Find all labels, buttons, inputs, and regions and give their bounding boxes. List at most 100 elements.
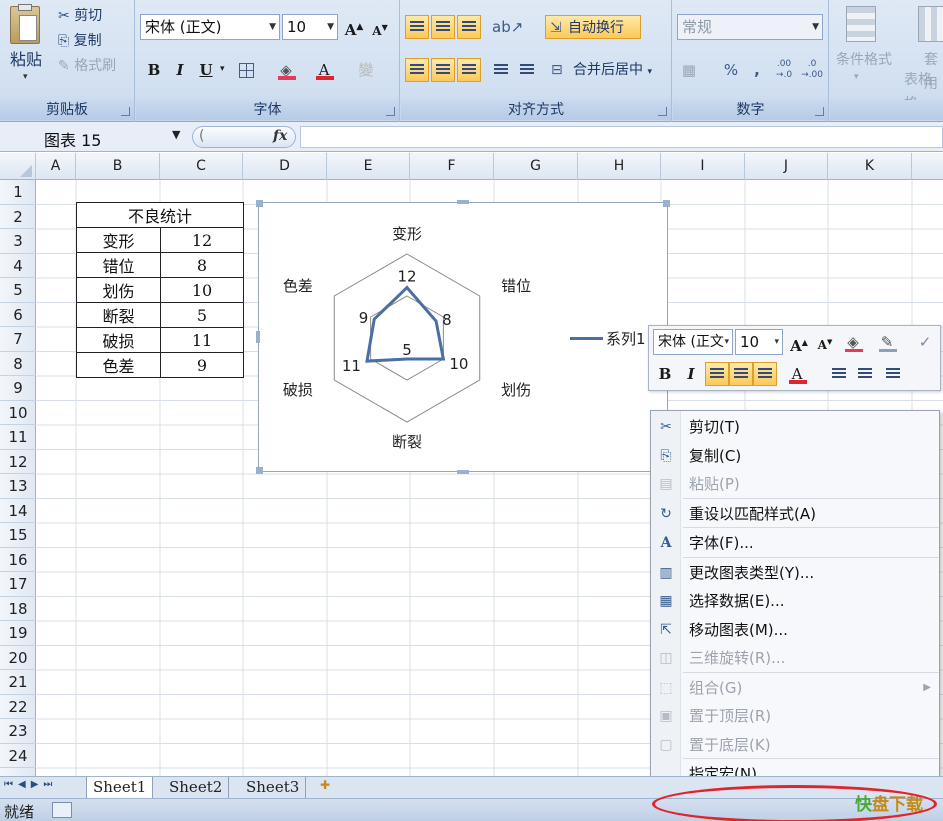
context-menu-item[interactable]: ✂ 剪切(T)	[651, 413, 941, 441]
column-header-C[interactable]: C	[160, 153, 243, 180]
align-top-button[interactable]	[405, 15, 429, 39]
mini-shrink-font-icon[interactable]: A▼	[813, 330, 837, 354]
row-header-20[interactable]: 20	[0, 646, 36, 670]
align-bottom-button[interactable]	[457, 15, 481, 39]
mini-align-left-button[interactable]	[705, 362, 729, 386]
column-header-K[interactable]: K	[828, 153, 912, 180]
copy-button[interactable]: ⎘ 复制	[58, 29, 102, 53]
font-size-select[interactable]: 10 ▼	[282, 14, 338, 40]
column-header-I[interactable]: I	[661, 153, 745, 180]
paste-dropdown-icon[interactable]: ▾	[23, 72, 28, 82]
align-right-button[interactable]	[457, 58, 481, 82]
increase-indent-button[interactable]	[515, 58, 539, 82]
paste-icon[interactable]	[10, 4, 40, 44]
conditional-format-icon[interactable]	[846, 6, 876, 42]
row-header-14[interactable]: 14	[0, 499, 36, 523]
decrease-decimal-button[interactable]: .0 →.00	[799, 58, 825, 82]
number-format-select[interactable]: 常规 ▼	[677, 14, 823, 40]
font-family-select[interactable]: 宋体 (正文) ▼	[140, 14, 280, 40]
sheet-nav-buttons[interactable]: ⏮◀▶⏭	[4, 779, 57, 790]
defect-count-cell[interactable]: 9	[160, 352, 244, 378]
row-header-6[interactable]: 6	[0, 303, 36, 327]
font-launcher-icon[interactable]	[386, 107, 395, 116]
defect-count-cell[interactable]: 5	[160, 302, 244, 328]
row-header-11[interactable]: 11	[0, 425, 36, 450]
format-painter-button[interactable]: ✎ 格式刷	[58, 54, 116, 78]
increase-decimal-button[interactable]: .00 →.0	[771, 58, 797, 82]
fill-color-button[interactable]: ◈	[274, 58, 298, 82]
row-header-5[interactable]: 5	[0, 278, 36, 303]
cut-button[interactable]: ✂ 剪切	[58, 4, 102, 28]
column-header-B[interactable]: B	[76, 153, 160, 180]
formula-input[interactable]	[300, 126, 943, 148]
row-header-17[interactable]: 17	[0, 572, 36, 597]
mini-italic-button[interactable]: I	[679, 362, 703, 386]
defect-count-cell[interactable]: 11	[160, 327, 244, 353]
mini-bullets-button[interactable]	[881, 362, 905, 386]
mini-align-center-button[interactable]	[729, 362, 753, 386]
font-color-button[interactable]: A	[312, 58, 336, 82]
row-header-19[interactable]: 19	[0, 621, 36, 646]
row-header-21[interactable]: 21	[0, 670, 36, 695]
row-header-2[interactable]: 2	[0, 205, 36, 229]
align-middle-button[interactable]	[431, 15, 455, 39]
prev-sheet-icon[interactable]: ◀	[18, 779, 31, 790]
alignment-launcher-icon[interactable]	[658, 107, 667, 116]
defect-name-cell[interactable]: 变形	[76, 227, 161, 253]
last-sheet-icon[interactable]: ⏭	[43, 779, 57, 790]
table-header-cell[interactable]: 不良统计	[76, 202, 244, 228]
column-header-J[interactable]: J	[745, 153, 828, 180]
comma-button[interactable]: ,	[745, 58, 769, 82]
row-header-10[interactable]: 10	[0, 401, 36, 425]
border-button[interactable]	[234, 58, 258, 82]
row-header-9[interactable]: 9	[0, 376, 36, 401]
row-header-4[interactable]: 4	[0, 254, 36, 278]
legend-series-label[interactable]: 系列1	[606, 328, 646, 349]
sheet-tab-1[interactable]: Sheet1	[86, 777, 154, 798]
accounting-button[interactable]: ▦	[677, 58, 701, 82]
context-menu-item[interactable]: ▢ 置于底层(K)	[651, 731, 941, 759]
name-box[interactable]: 图表 15	[44, 127, 192, 150]
orientation-button[interactable]: ab↗	[491, 15, 523, 39]
column-header-A[interactable]: A	[36, 153, 76, 180]
context-menu-item[interactable]: ▣ 置于顶层(R)	[651, 702, 941, 730]
mini-grow-font-icon[interactable]: A▲	[787, 330, 811, 355]
row-header-18[interactable]: 18	[0, 597, 36, 621]
mini-increase-indent-button[interactable]	[853, 362, 877, 386]
clipboard-launcher-icon[interactable]	[121, 107, 130, 116]
align-left-button[interactable]	[405, 58, 429, 82]
mini-outline-color-icon[interactable]: ✎	[875, 330, 899, 354]
defect-name-cell[interactable]: 色差	[76, 352, 161, 378]
row-header-13[interactable]: 13	[0, 474, 36, 499]
row-header-1[interactable]: 1	[0, 180, 36, 205]
mini-fill-color-icon[interactable]: ◈	[841, 330, 865, 354]
column-header-E[interactable]: E	[327, 153, 410, 180]
legend-series-line[interactable]	[570, 337, 603, 340]
sheet-tab-2[interactable]: Sheet2	[163, 777, 230, 798]
paste-button[interactable]: 粘贴	[10, 48, 42, 72]
first-sheet-icon[interactable]: ⏮	[4, 779, 18, 790]
align-center-button[interactable]	[431, 58, 455, 82]
mini-font-select[interactable]: 宋体 (正文) ▾	[653, 329, 733, 355]
defect-name-cell[interactable]: 破损	[76, 327, 161, 353]
defect-count-cell[interactable]: 10	[160, 277, 244, 303]
context-menu-item[interactable]: ▦ 选择数据(E)...	[651, 587, 941, 615]
mini-font-color-button[interactable]: A	[785, 362, 809, 386]
conditional-format-button[interactable]: 条件格式	[836, 48, 892, 72]
mini-align-right-button[interactable]	[753, 362, 777, 386]
column-header-H[interactable]: H	[578, 153, 661, 180]
column-header-D[interactable]: D	[243, 153, 327, 180]
number-launcher-icon[interactable]	[815, 107, 824, 116]
bold-button[interactable]: B	[142, 58, 166, 82]
percent-button[interactable]: %	[719, 58, 743, 82]
mini-size-select[interactable]: 10 ▾	[735, 329, 783, 355]
column-header-F[interactable]: F	[410, 153, 494, 180]
decrease-indent-button[interactable]	[489, 58, 513, 82]
defect-name-cell[interactable]: 断裂	[76, 302, 161, 328]
underline-button[interactable]: U	[194, 58, 218, 82]
context-menu-item[interactable]: ▥ 更改图表类型(Y)...	[651, 559, 941, 587]
context-menu-item[interactable]: A 字体(F)...	[651, 529, 941, 557]
column-header-G[interactable]: G	[494, 153, 578, 180]
sheet-tab-3[interactable]: Sheet3	[240, 777, 307, 798]
merge-center-button[interactable]: ⊟ 合并后居中 ▾	[549, 58, 652, 82]
